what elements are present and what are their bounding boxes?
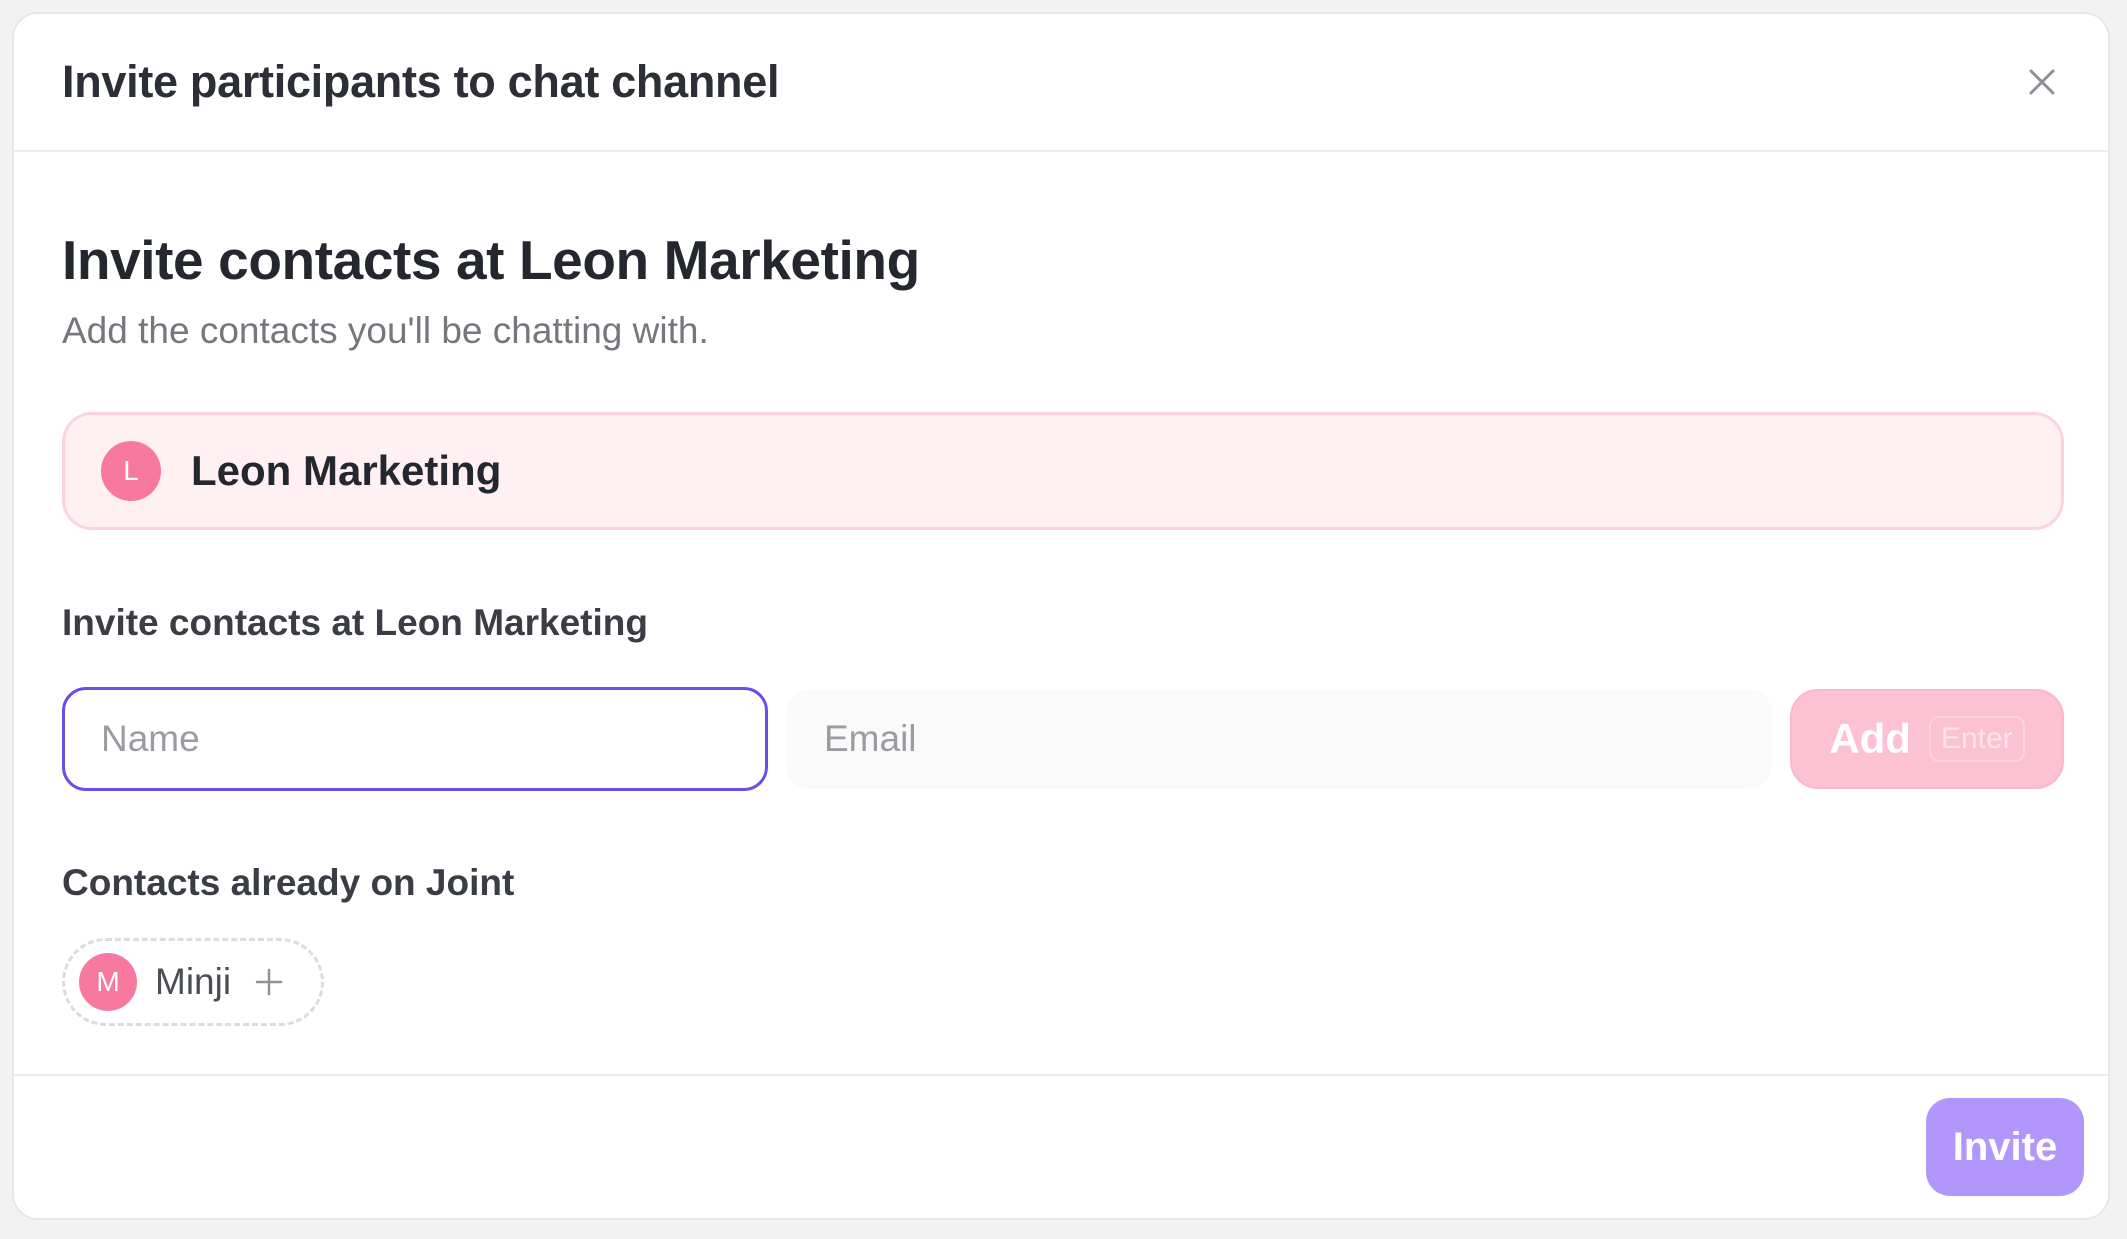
dialog-title: Invite participants to chat channel [62,56,780,107]
plus-icon[interactable] [253,966,285,998]
contact-chip-minji[interactable]: M Minji [62,938,324,1026]
company-avatar: L [101,441,161,501]
dialog-footer: Invite [14,1074,2108,1218]
add-button-label: Add [1829,715,1911,762]
add-button[interactable]: Add Enter [1790,689,2064,789]
email-input[interactable] [786,689,1772,789]
dialog-body: Invite contacts at Leon Marketing Add th… [14,152,2108,1082]
close-icon [2029,69,2055,95]
close-button[interactable] [2022,62,2062,102]
invite-input-row: Add Enter [62,687,2064,791]
enter-shortcut-hint: Enter [1928,716,2025,762]
company-name: Leon Marketing [191,447,502,494]
invite-contacts-label: Invite contacts at Leon Marketing [62,602,648,643]
company-card: L Leon Marketing [62,412,2064,530]
invite-button[interactable]: Invite [1926,1098,2084,1196]
dialog-header: Invite participants to chat channel [14,14,2108,152]
contact-avatar: M [79,953,137,1011]
name-input[interactable] [62,687,768,791]
section-subtitle: Add the contacts you'll be chatting with… [62,310,709,351]
invite-dialog: Invite participants to chat channel Invi… [12,12,2110,1220]
existing-contacts-label: Contacts already on Joint [62,862,515,903]
section-title: Invite contacts at Leon Marketing [62,229,920,291]
contact-name: Minji [155,961,232,1002]
